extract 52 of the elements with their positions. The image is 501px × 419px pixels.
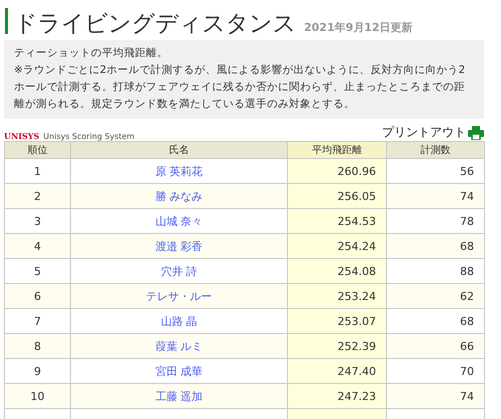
player-link[interactable]: 山路 晶 xyxy=(160,314,198,328)
table-cell: 1 xyxy=(4,158,70,184)
table-cell: 8 xyxy=(4,334,70,358)
player-link[interactable]: 山城 奈々 xyxy=(155,214,203,228)
page-title: ドライビングディスタンス xyxy=(14,10,296,39)
table-cell: 247.23 xyxy=(288,384,386,408)
player-link[interactable]: 穴井 詩 xyxy=(160,264,198,278)
player-link[interactable]: 渡邉 彩香 xyxy=(155,240,203,252)
table-cell: 254.24 xyxy=(288,234,386,258)
table-cell: 252.39 xyxy=(288,334,386,358)
player-link[interactable]: 勝 みなみ xyxy=(155,190,203,202)
update-date: 2021年9月12日更新 xyxy=(304,20,413,35)
table-cell: 66 xyxy=(386,334,484,358)
table-cell: 254.08 xyxy=(288,258,386,284)
column-header[interactable]: 平均飛距離 xyxy=(288,142,386,158)
table-cell: 68 xyxy=(386,308,484,334)
table-cell: 5 xyxy=(4,258,70,284)
description-text: ティーショットの平均飛距離。 xyxy=(14,46,169,61)
table-cell: 10 xyxy=(4,384,70,408)
description-text: ※ラウンドごとに2ホールで計測するが、風による影響が出ないように、反対方向に向かう2ホールで計測する。打球がフェアウェイに残るか否かに関わらず、止まったところまでの距離が測られる。規定ラウンド数を満たしている選手のみ対象とする。 xyxy=(14,63,466,112)
table-cell: 3 xyxy=(4,208,70,234)
table-cell: 74 xyxy=(386,184,484,208)
table-cell: 7 xyxy=(4,308,70,334)
player-link[interactable]: 葭葉 ルミ xyxy=(155,340,203,352)
player-link[interactable]: 工藤 遥加 xyxy=(155,390,203,402)
table-cell: 9 xyxy=(4,358,70,384)
column-header[interactable]: 氏名 xyxy=(70,142,288,158)
table-cell: 247.40 xyxy=(288,358,386,384)
table-cell: 56 xyxy=(386,158,484,184)
table-cell: 2 xyxy=(4,184,70,208)
logo-text: Unisys Scoring System xyxy=(43,132,134,141)
player-link[interactable]: 原 英莉花 xyxy=(155,164,203,178)
player-link[interactable]: テレサ・ルー xyxy=(146,290,212,302)
table-cell: 6 xyxy=(4,284,70,308)
table-cell: 70 xyxy=(386,358,484,384)
player-link[interactable]: 宮田 成華 xyxy=(155,364,203,378)
table-cell: 254.53 xyxy=(288,208,386,234)
printer-icon xyxy=(468,126,484,140)
table-cell: 78 xyxy=(386,208,484,234)
table-cell: 253.07 xyxy=(288,308,386,334)
table-cell: 4 xyxy=(4,234,70,258)
table-cell: 253.24 xyxy=(288,284,386,308)
table-cell: 68 xyxy=(386,234,484,258)
table-cell: 62 xyxy=(386,284,484,308)
column-header[interactable]: 順位 xyxy=(4,142,70,158)
table-cell: 74 xyxy=(386,384,484,408)
column-header[interactable]: 計測数 xyxy=(386,142,484,158)
print-link[interactable]: プリントアウト xyxy=(382,124,484,141)
logo-mark: UNISYS xyxy=(4,131,40,141)
table-cell: 256.05 xyxy=(288,184,386,208)
table-cell: 260.96 xyxy=(288,158,386,184)
table-cell: 88 xyxy=(386,258,484,284)
